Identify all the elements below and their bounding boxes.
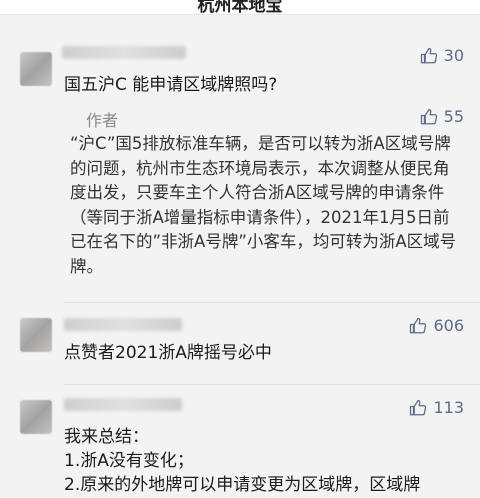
thumbs-up-icon bbox=[420, 47, 437, 63]
username[interactable] bbox=[64, 398, 182, 411]
username[interactable] bbox=[64, 318, 182, 331]
username[interactable] bbox=[62, 46, 186, 59]
page-title: 杭州本地宝 bbox=[197, 0, 283, 15]
comment-line: 2.原来的外地牌可以申请变更为区域牌，区域牌 bbox=[64, 475, 421, 495]
like-button[interactable]: 606 bbox=[409, 316, 464, 335]
comment-line: 1.浙A没有变化； bbox=[64, 451, 194, 471]
app-header: 杭州本地宝 bbox=[0, 0, 480, 15]
thumbs-up-icon bbox=[420, 108, 437, 124]
author-label: 作者 bbox=[86, 111, 119, 130]
comment-text: 点赞者2021浙A牌摇号必中 bbox=[64, 343, 272, 363]
comment-text: 国五沪C 能申请区域牌照吗? bbox=[64, 75, 278, 95]
like-button[interactable]: 30 bbox=[420, 46, 464, 65]
comment-line: 我来总结： bbox=[64, 427, 149, 447]
author-reply-text: “沪C”国5排放标准车辆，是否可以转为浙A区域号牌的问题，杭州市生态环境局表示，… bbox=[70, 134, 457, 276]
like-count: 606 bbox=[433, 316, 464, 335]
like-button[interactable]: 113 bbox=[409, 398, 464, 417]
avatar[interactable] bbox=[20, 400, 52, 434]
divider bbox=[64, 384, 480, 385]
like-count: 30 bbox=[443, 46, 464, 65]
like-count: 113 bbox=[433, 398, 464, 417]
like-button[interactable]: 55 bbox=[420, 107, 464, 126]
thumbs-up-icon bbox=[410, 399, 427, 415]
avatar[interactable] bbox=[20, 318, 52, 352]
like-count: 55 bbox=[443, 107, 464, 126]
divider bbox=[64, 302, 480, 303]
thumbs-up-icon bbox=[410, 317, 427, 333]
avatar[interactable] bbox=[20, 52, 52, 86]
